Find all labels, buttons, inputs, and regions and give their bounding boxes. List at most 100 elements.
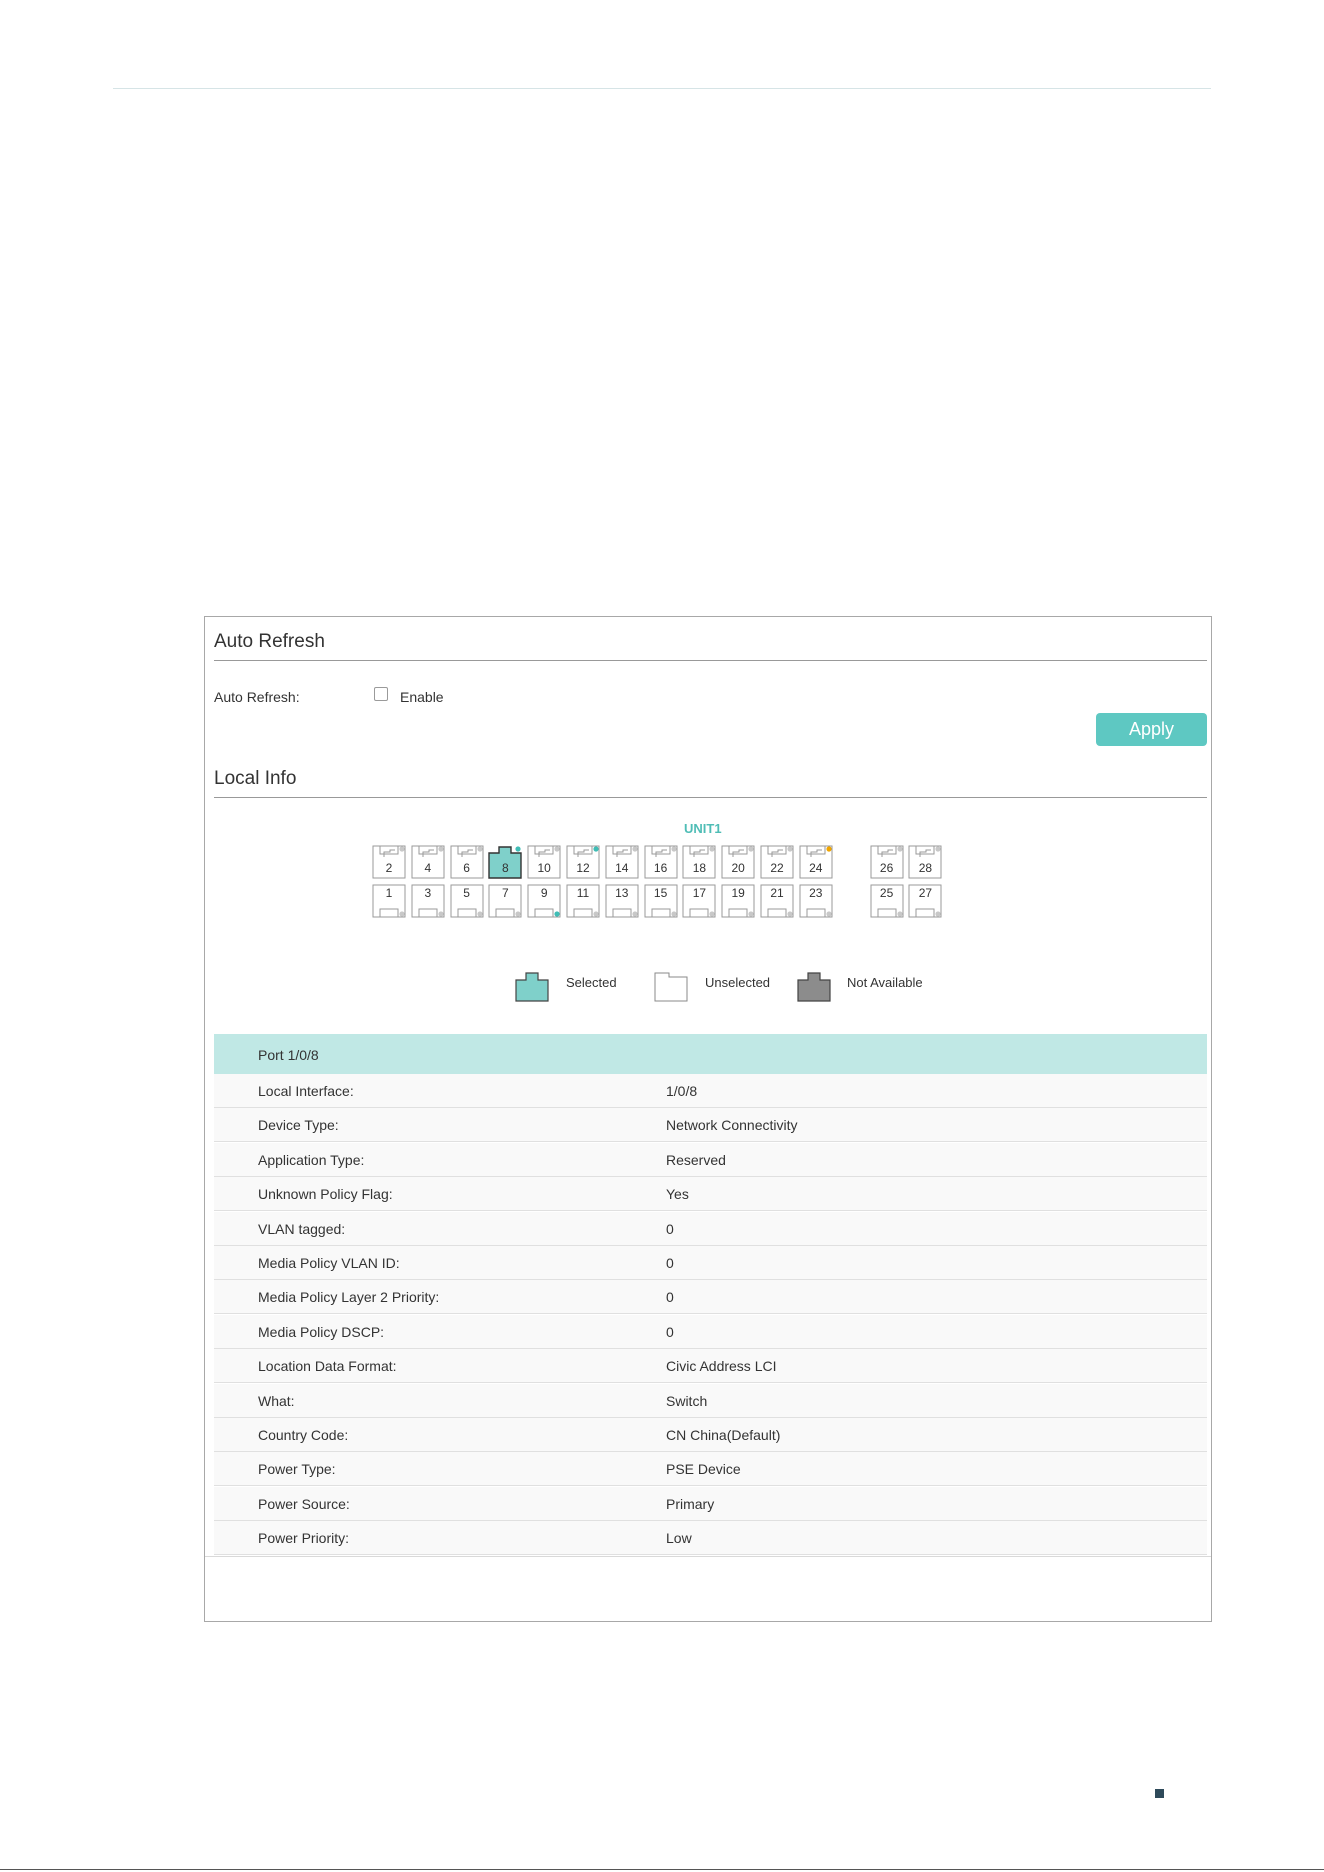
port-number: 15 [653, 886, 668, 900]
port-16-led [670, 846, 677, 852]
port-10-led [554, 846, 560, 852]
local-info-title: Local Info [214, 768, 297, 789]
port-1-led [399, 911, 405, 917]
port-16[interactable]: 16 [644, 845, 678, 879]
page-bottom-rule [0, 1869, 1324, 1870]
port-number: 20 [731, 861, 745, 875]
port-13[interactable]: 13 [605, 884, 639, 918]
port-17[interactable]: 17 [682, 884, 716, 918]
row-value: 1/0/8 [666, 1083, 698, 1099]
port-number: 4 [424, 861, 432, 875]
port-7-led [515, 911, 521, 917]
row-label: Power Priority: [258, 1530, 350, 1547]
port-2[interactable]: 2 [372, 845, 406, 879]
port-11[interactable]: 11 [566, 884, 600, 918]
table-row: Country Code: CN China(Default) [214, 1418, 1207, 1452]
apply-button[interactable]: Apply [1096, 713, 1207, 746]
port-12[interactable]: 12 [566, 845, 600, 879]
port-4-led [438, 846, 444, 852]
legend-unselected-label: Unselected [705, 975, 771, 990]
port-8[interactable]: 8 [488, 845, 523, 879]
port-11-led [593, 911, 599, 917]
local-info-divider [214, 797, 1207, 798]
port-25[interactable]: 25 [870, 884, 904, 918]
port-26-led [896, 846, 903, 852]
port-4[interactable]: 4 [411, 845, 445, 879]
port-21[interactable]: 21 [760, 884, 794, 918]
port-3[interactable]: 3 [411, 884, 445, 918]
legend-not-available-label: Not Available [847, 975, 923, 990]
port-20[interactable]: 20 [721, 845, 755, 879]
row-value: 0 [666, 1323, 674, 1340]
port-number: 9 [540, 886, 548, 900]
row-value: PSE Device [666, 1461, 741, 1478]
table-row: Power Type: PSE Device [214, 1452, 1207, 1487]
port-10[interactable]: 10 [527, 845, 561, 879]
row-label: Device Type: [258, 1117, 339, 1134]
table-row: Location Data Format: Civic Address LCI [214, 1349, 1207, 1384]
port-18[interactable]: 18 [682, 845, 716, 879]
table-row: Unknown Policy Flag: Yes [214, 1177, 1207, 1212]
port-12-led [593, 846, 599, 852]
row-label: Unknown Policy Flag: [258, 1186, 393, 1203]
port-number: 17 [692, 886, 707, 900]
port-number: 8 [502, 861, 509, 875]
port-number: 24 [809, 861, 823, 875]
port-27[interactable]: 27 [908, 884, 942, 918]
row-value: 0 [666, 1289, 674, 1306]
row-label: Power Type: [258, 1461, 336, 1478]
port-28-led [935, 846, 941, 852]
port-number: 7 [502, 886, 509, 900]
port-24[interactable]: 24 [799, 845, 833, 879]
table-row: Power Priority: Low [214, 1521, 1207, 1556]
table-row: Power Source: Primary [214, 1486, 1207, 1521]
port-number: 16 [653, 861, 668, 875]
table-row: Media Policy Layer 2 Priority: 0 [214, 1280, 1207, 1315]
port-number: 10 [537, 861, 551, 875]
auto-refresh-divider [214, 660, 1207, 661]
port-9[interactable]: 9 [527, 884, 561, 918]
table-row: Media Policy VLAN ID: 0 [214, 1246, 1207, 1280]
port-22[interactable]: 22 [760, 845, 794, 879]
port-15-led [670, 911, 677, 917]
enable-checkbox[interactable] [374, 687, 388, 701]
row-label: What: [258, 1392, 295, 1409]
port-19[interactable]: 19 [721, 884, 755, 918]
port-number: 23 [809, 886, 823, 900]
port-26[interactable]: 26 [870, 845, 904, 879]
port-2-led [399, 846, 405, 852]
page-marker [1155, 1789, 1164, 1798]
port-14-led [632, 846, 638, 852]
port-number: 13 [615, 886, 629, 900]
table-row: Application Type: Reserved [214, 1142, 1207, 1177]
port-23[interactable]: 23 [799, 884, 833, 918]
port-7[interactable]: 7 [488, 884, 522, 918]
port-6[interactable]: 6 [450, 845, 484, 879]
port-number: 26 [879, 861, 894, 875]
port-5[interactable]: 5 [450, 884, 484, 918]
port-number: 22 [770, 861, 784, 875]
port-1[interactable]: 1 [372, 884, 406, 918]
row-value: 0 [666, 1220, 674, 1237]
page-top-rule [113, 88, 1211, 89]
port-number: 28 [918, 861, 933, 875]
auto-refresh-title: Auto Refresh [214, 631, 325, 652]
port-number: 3 [424, 886, 432, 900]
legend-not-available-icon [797, 972, 831, 1007]
port-28[interactable]: 28 [908, 845, 942, 879]
table-row: Media Policy DSCP: 0 [214, 1314, 1207, 1349]
row-value: Yes [666, 1186, 689, 1203]
enable-checkbox-label[interactable]: Enable [400, 689, 444, 705]
port-number: 6 [463, 861, 470, 875]
port-27-led [935, 911, 941, 917]
auto-refresh-label: Auto Refresh: [214, 689, 300, 705]
row-label: Country Code: [258, 1427, 349, 1443]
row-value: Primary [666, 1495, 715, 1512]
legend-selected-label: Selected [566, 975, 617, 990]
row-label: Media Policy DSCP: [258, 1323, 385, 1340]
port-8-led [515, 846, 521, 852]
port-number: 19 [731, 886, 745, 900]
row-value: Civic Address LCI [666, 1358, 777, 1375]
port-14[interactable]: 14 [605, 845, 639, 879]
port-15[interactable]: 15 [644, 884, 678, 918]
